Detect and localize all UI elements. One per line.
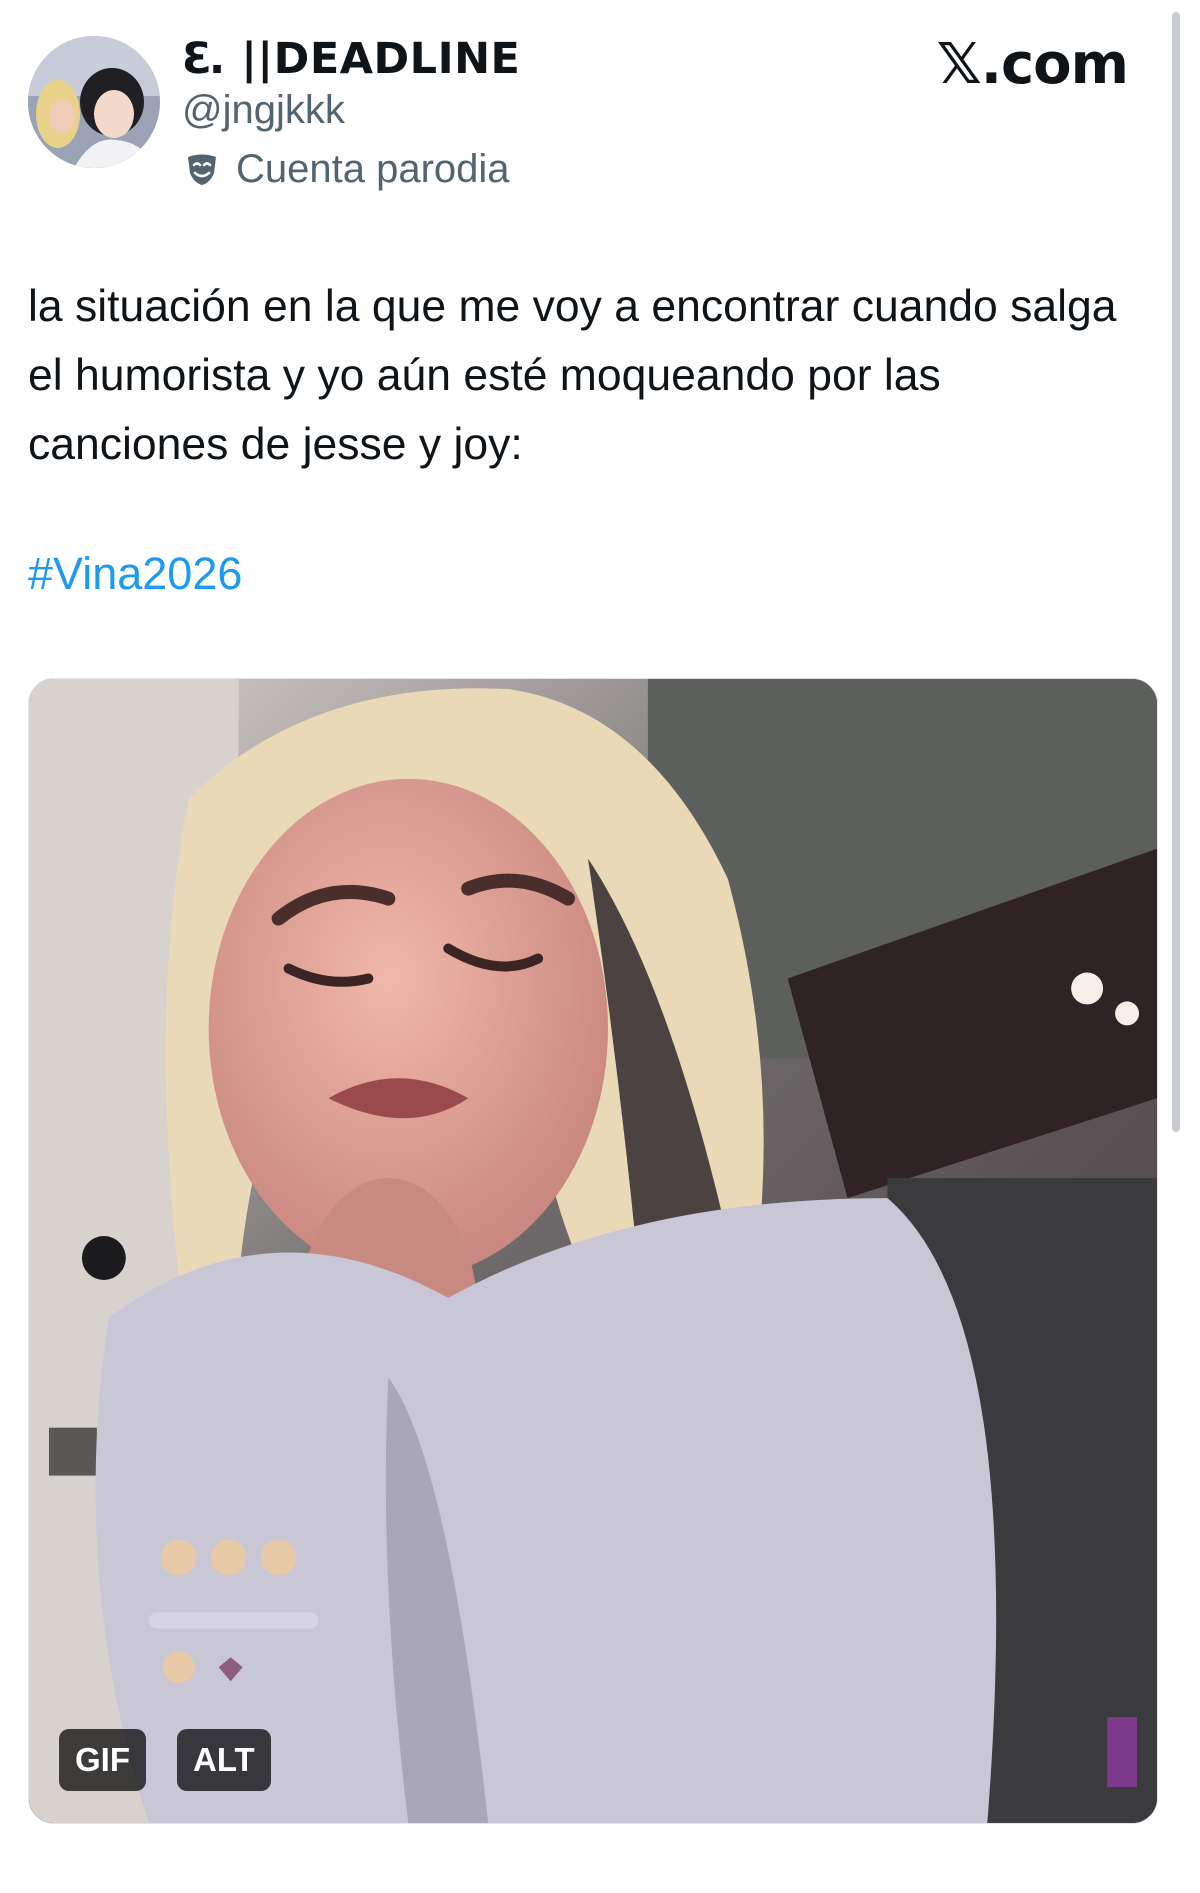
hashtag-link[interactable]: #Vina2026 — [28, 548, 242, 600]
author-display-name[interactable]: ℇ. ||DEADLINE — [182, 34, 520, 84]
scrollbar[interactable] — [1172, 12, 1180, 1132]
theater-mask-icon — [182, 149, 222, 189]
gif-frame — [29, 679, 1157, 1823]
parody-account-label: Cuenta parodia — [182, 144, 510, 194]
tweet-header: ℇ. ||DEADLINE @jngjkkk Cuenta parodia 𝕏.… — [28, 32, 1168, 191]
gif-badge[interactable]: GIF — [59, 1729, 146, 1791]
author-handle[interactable]: @jngjkkk — [182, 88, 345, 133]
tweet-media-gif[interactable]: GIF ALT — [28, 678, 1158, 1824]
avatar[interactable] — [28, 36, 160, 168]
tweet-text: la situación en la que me voy a encontra… — [28, 282, 1117, 469]
alt-text-badge[interactable]: ALT — [177, 1729, 271, 1791]
tweet-screenshot: ℇ. ||DEADLINE @jngjkkk Cuenta parodia 𝕏.… — [0, 0, 1200, 1893]
avatar-image — [28, 36, 160, 168]
x-logo: 𝕏.com — [936, 32, 1129, 97]
parody-label-text: Cuenta parodia — [236, 146, 510, 191]
